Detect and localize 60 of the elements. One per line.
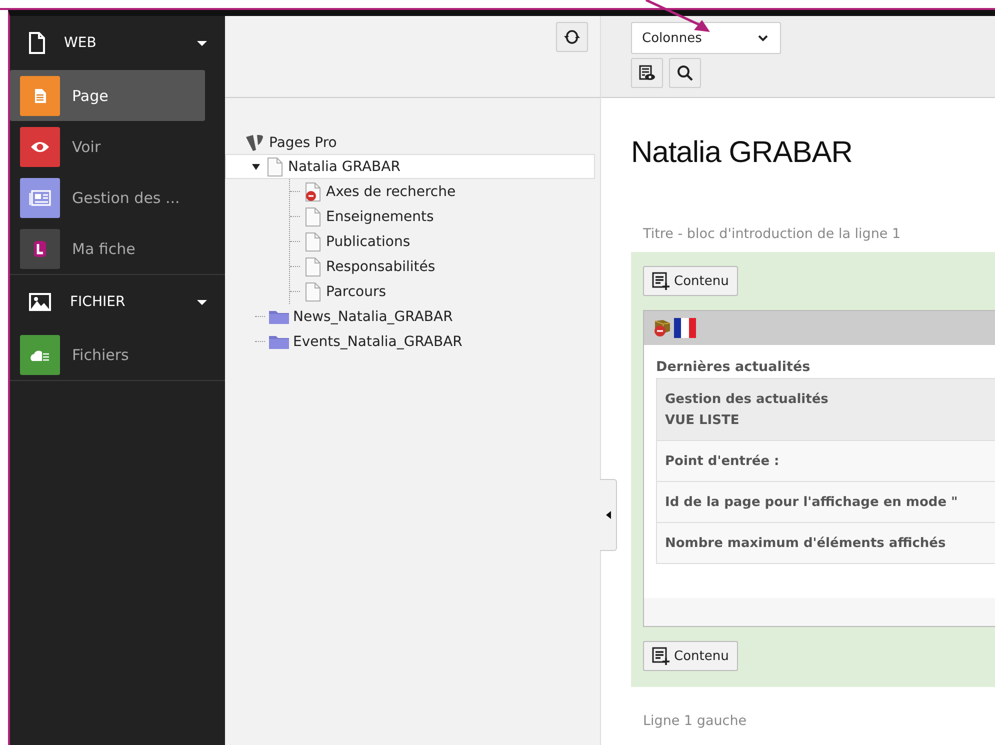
image-icon (28, 292, 52, 312)
table-cell: Gestion des actualités VUE LISTE (657, 379, 995, 440)
preview-icon (639, 65, 655, 81)
tree-item[interactable]: Enseignements (326, 208, 434, 224)
element-title: Dernières actualités (656, 359, 812, 375)
french-flag-icon (674, 318, 696, 338)
add-content-button[interactable]: Contenu (643, 266, 738, 296)
add-content-button[interactable]: Contenu (643, 641, 738, 671)
tree-item[interactable]: Parcours (326, 284, 386, 300)
section-label: Titre - bloc d'introduction de la ligne 1 (643, 226, 902, 242)
tree-item[interactable]: Responsabilités (326, 258, 436, 274)
tree-root-label[interactable]: Pages Pro (269, 135, 337, 151)
add-content-icon (652, 272, 670, 290)
module-item[interactable]: Ma fiche (10, 223, 205, 274)
module-item[interactable]: Gestion des ... (10, 172, 205, 223)
chevron-down-icon (758, 34, 768, 42)
tree-item[interactable]: Axes de recherche (326, 184, 456, 200)
tree-item[interactable]: Publications (326, 234, 410, 250)
tree-item[interactable]: Natalia GRABAR (288, 158, 400, 174)
tree-item[interactable]: News_Natalia_GRABAR (293, 308, 453, 324)
search-icon (677, 65, 693, 81)
view-select[interactable]: Colonnes (631, 22, 781, 54)
folder-icon (269, 334, 289, 348)
tree-row[interactable]: Publications (290, 229, 595, 254)
tree-row[interactable]: Parcours (290, 279, 595, 304)
tree-row[interactable]: News_Natalia_GRABAR (255, 304, 595, 329)
search-button[interactable] (669, 58, 701, 88)
collapse-icon[interactable] (252, 164, 260, 170)
table-cell: Nombre maximum d'éléments affichés (657, 522, 995, 563)
preview-button[interactable] (631, 58, 663, 88)
refresh-icon (564, 29, 580, 45)
tree-row[interactable]: Natalia GRABAR (225, 154, 595, 179)
page-icon (304, 282, 322, 302)
page-icon (304, 206, 322, 226)
page-icon (304, 256, 322, 276)
hidden-page-icon (304, 182, 322, 202)
add-content-icon (652, 647, 670, 665)
caret-icon[interactable] (197, 300, 207, 304)
table-cell: Id de la page pour l'affichage en mode " (657, 481, 995, 522)
refresh-button[interactable] (556, 22, 588, 52)
tree-row[interactable]: Enseignements (290, 204, 595, 229)
folder-icon (269, 310, 289, 324)
module-item[interactable]: Voir (10, 121, 205, 172)
caret-icon[interactable] (197, 40, 207, 46)
page-icon (266, 156, 284, 176)
page-title: Natalia GRABAR (631, 136, 854, 170)
tree-item[interactable]: Events_Natalia_GRABAR (293, 334, 462, 350)
module-item[interactable]: Fichiers (10, 329, 205, 380)
tree-row[interactable]: Events_Natalia_GRABAR (255, 329, 595, 354)
tree-row[interactable]: Responsabilités (290, 254, 595, 279)
table-cell: Point d'entrée : (657, 440, 995, 481)
collapse-handle[interactable] (600, 479, 617, 551)
tree-row[interactable]: Axes de recherche (290, 179, 595, 204)
section-label: Ligne 1 gauche (643, 713, 748, 729)
logo-icon (245, 134, 265, 152)
module-group-label[interactable]: FICHIER (70, 294, 179, 310)
module-item[interactable]: Page (10, 70, 205, 121)
page-icon (28, 32, 46, 54)
page-icon (304, 232, 322, 252)
module-group-label[interactable]: WEB (64, 35, 179, 51)
